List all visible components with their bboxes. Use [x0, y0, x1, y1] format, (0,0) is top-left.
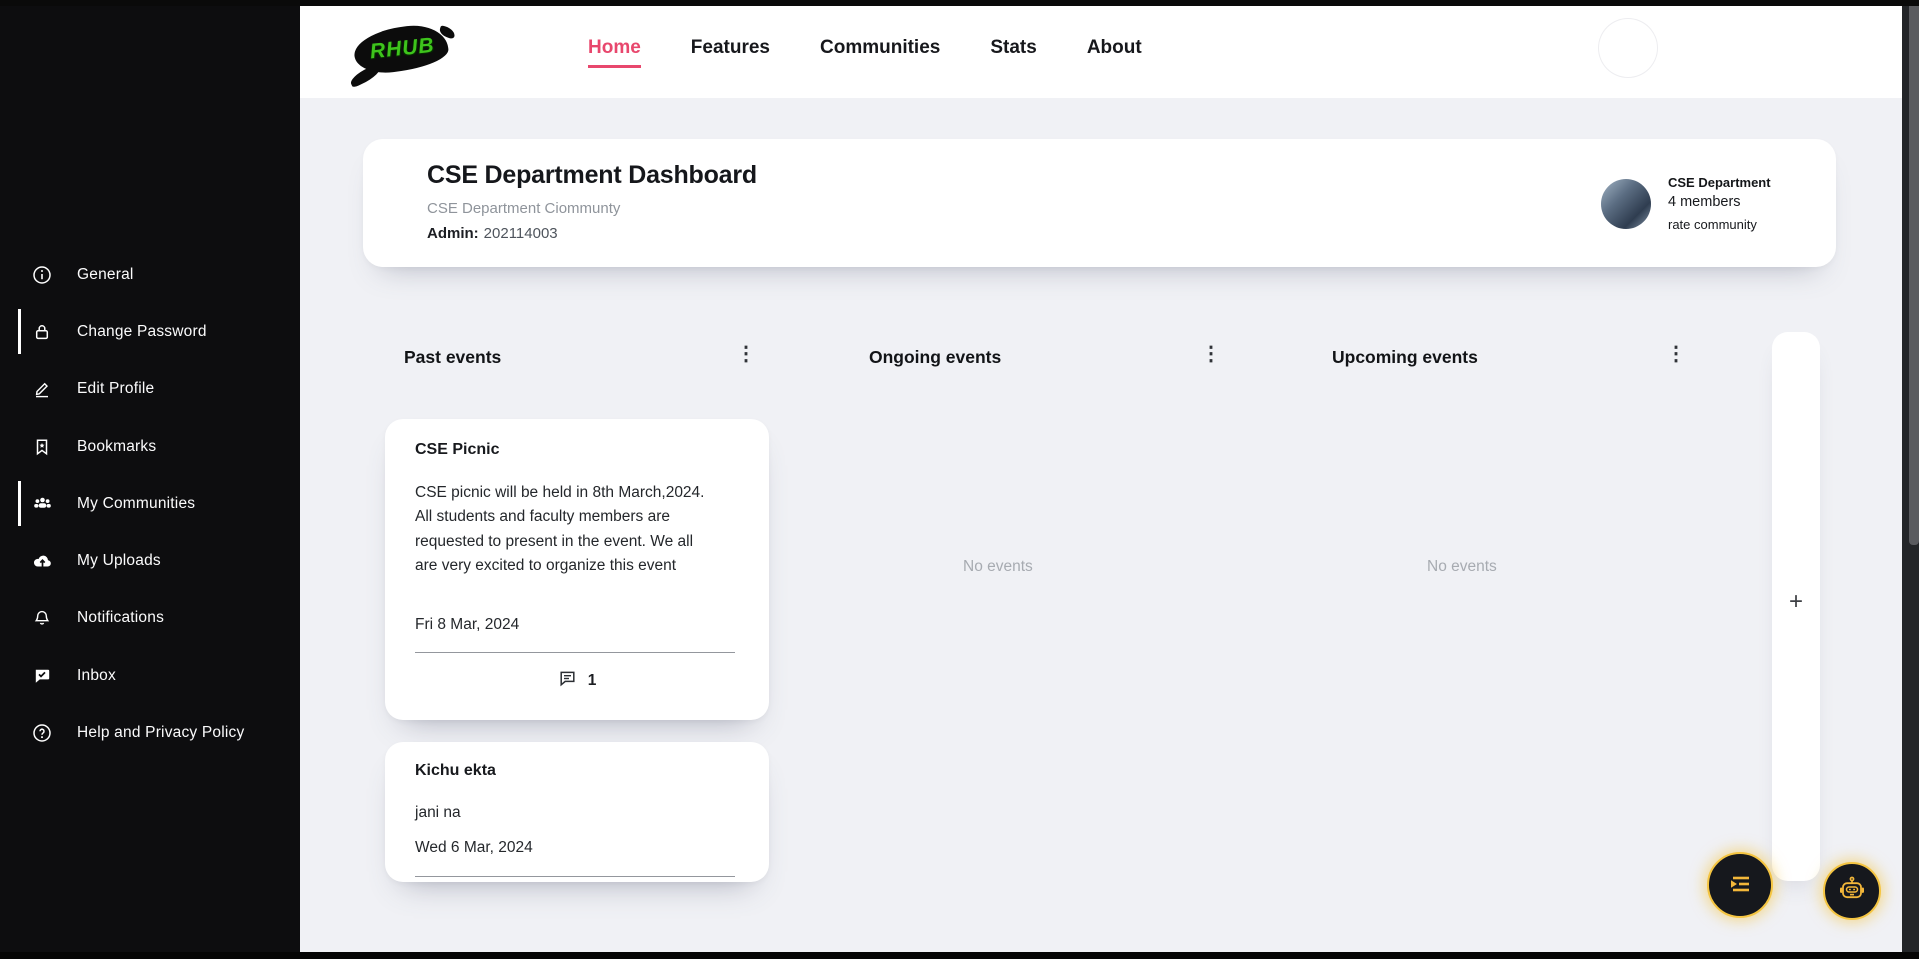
community-meta: CSE Department 4 members rate community — [1668, 173, 1771, 232]
sidebar-item-my-uploads[interactable]: My Uploads — [0, 532, 300, 589]
sidebar-item-label: Edit Profile — [77, 380, 155, 398]
sidebar-item-label: Inbox — [77, 666, 116, 684]
upload-icon — [31, 550, 53, 572]
indent-list-icon — [1724, 868, 1756, 903]
event-comments[interactable]: 1 — [385, 669, 769, 693]
chatbot-button[interactable] — [1823, 862, 1881, 920]
sidebar-item-label: General — [77, 265, 134, 283]
robot-icon — [1837, 875, 1867, 908]
nav-link-features[interactable]: Features — [691, 37, 770, 68]
divider — [415, 876, 735, 877]
past-events-heading: Past events — [404, 347, 502, 367]
sidebar-item-my-communities[interactable]: My Communities — [0, 475, 300, 532]
sidebar-item-help-privacy[interactable]: Help and Privacy Policy — [0, 704, 300, 761]
admin-id: 202114003 — [483, 225, 558, 242]
sidebar-item-change-password[interactable]: Change Password — [0, 303, 300, 360]
inbox-icon — [31, 665, 53, 687]
window-top-edge — [0, 0, 1919, 6]
sidebar-item-label: Change Password — [77, 322, 207, 340]
nav-link-stats[interactable]: Stats — [990, 37, 1036, 68]
dashboard-header-card: CSE Department Dashboard CSE Department … — [363, 139, 1836, 267]
event-card[interactable]: CSE Picnic CSE picnic will be held in 8t… — [385, 419, 769, 720]
sidebar-item-edit-profile[interactable]: Edit Profile — [0, 361, 300, 418]
sidebar-item-label: My Uploads — [77, 552, 161, 570]
bell-icon — [31, 607, 53, 629]
past-events-menu-icon[interactable]: ⋮ — [736, 344, 756, 364]
sidebar-item-label: Help and Privacy Policy — [77, 724, 245, 742]
sidebar-item-general[interactable]: General — [0, 246, 300, 303]
bookmark-icon — [31, 436, 53, 458]
scrollbar-thumb[interactable] — [1909, 0, 1919, 545]
community-name: CSE Department — [1668, 175, 1771, 190]
community-members: 4 members — [1668, 194, 1741, 210]
collapse-panel-button[interactable] — [1707, 852, 1773, 918]
lock-icon — [31, 321, 53, 343]
ongoing-events-menu-icon[interactable]: ⋮ — [1201, 344, 1221, 364]
page-title: CSE Department Dashboard — [427, 161, 757, 189]
event-description: jani na — [415, 804, 461, 821]
community-info: CSE Department 4 members rate community — [1601, 173, 1771, 232]
sidebar: General Change Password Edit Profile Boo… — [0, 0, 300, 959]
sidebar-item-notifications[interactable]: Notifications — [0, 590, 300, 647]
event-date: Fri 8 Mar, 2024 — [415, 616, 520, 633]
rate-community-link[interactable]: rate community — [1668, 217, 1771, 232]
communities-icon — [31, 493, 53, 515]
nav-link-home[interactable]: Home — [588, 37, 641, 68]
sidebar-item-label: Bookmarks — [77, 437, 157, 455]
upcoming-no-events: No events — [1427, 558, 1497, 575]
divider — [415, 652, 735, 653]
event-card[interactable]: Kichu ekta jani na Wed 6 Mar, 2024 — [385, 742, 769, 882]
event-description: CSE picnic will be held in 8th March,202… — [415, 484, 705, 574]
sidebar-item-label: My Communities — [77, 494, 196, 512]
sidebar-item-label: Notifications — [77, 609, 165, 627]
window-bottom-edge — [0, 952, 1919, 959]
upcoming-events-heading: Upcoming events — [1332, 347, 1478, 367]
comment-icon — [558, 669, 577, 693]
add-event-panel: + — [1772, 332, 1820, 881]
ongoing-events-heading: Ongoing events — [869, 347, 1002, 367]
add-event-button[interactable]: + — [1772, 588, 1820, 616]
rhub-logo[interactable]: RHUB — [351, 21, 452, 79]
sidebar-item-inbox[interactable]: Inbox — [0, 647, 300, 704]
community-subtitle: CSE Department Ciommunty — [427, 200, 621, 217]
nav-links: Home Features Communities Stats About — [588, 6, 1142, 98]
top-navbar: RHUB Home Features Communities Stats Abo… — [300, 6, 1902, 98]
user-avatar[interactable] — [1598, 18, 1658, 78]
admin-line: Admin: 202114003 — [427, 225, 558, 242]
nav-link-about[interactable]: About — [1087, 37, 1142, 68]
info-icon — [31, 264, 53, 286]
ongoing-no-events: No events — [963, 558, 1033, 575]
help-icon — [31, 722, 53, 744]
comment-count: 1 — [587, 672, 597, 689]
admin-label: Admin: — [427, 225, 479, 242]
upcoming-events-menu-icon[interactable]: ⋮ — [1666, 344, 1686, 364]
vertical-scrollbar[interactable] — [1902, 0, 1919, 959]
community-avatar[interactable] — [1601, 179, 1651, 229]
sidebar-nav: General Change Password Edit Profile Boo… — [0, 246, 300, 762]
event-title: CSE Picnic — [415, 441, 500, 458]
sidebar-item-bookmarks[interactable]: Bookmarks — [0, 418, 300, 475]
edit-icon — [31, 378, 53, 400]
nav-link-communities[interactable]: Communities — [820, 37, 940, 68]
event-title: Kichu ekta — [415, 762, 496, 779]
event-date: Wed 6 Mar, 2024 — [415, 839, 533, 856]
